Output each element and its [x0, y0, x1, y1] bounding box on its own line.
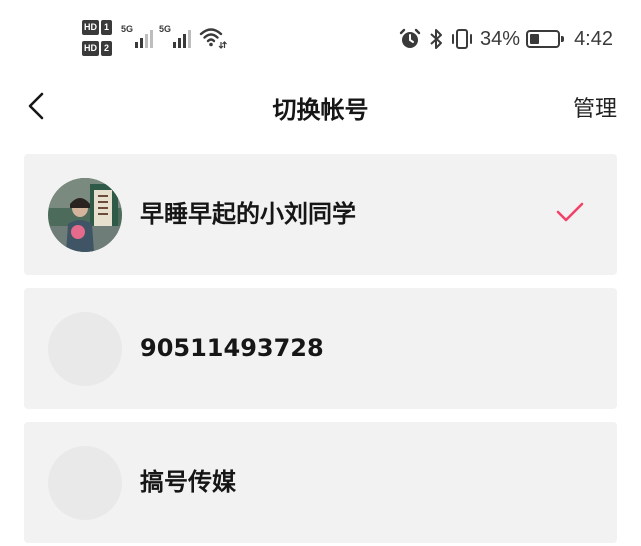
user-photo [48, 178, 122, 252]
account-name: 早睡早起的小刘同学 [140, 200, 356, 228]
sim-indicators: HD 1 HD 2 5G 5G [82, 20, 227, 60]
signal-bars-icon [135, 30, 153, 48]
account-name: 90511493728 [140, 334, 324, 362]
hd-label: HD [82, 20, 99, 35]
hd-badge-sim1: HD 1 [82, 20, 115, 35]
sim-slot-label: 2 [101, 41, 112, 56]
network-type-label: 5G [121, 24, 134, 34]
vibrate-icon [452, 29, 473, 49]
network-type-label: 5G [159, 24, 172, 34]
alarm-icon [399, 28, 421, 48]
check-icon [556, 202, 584, 222]
account-name: 搞号传媒 [140, 468, 236, 496]
account-list: 早睡早起的小刘同学 90511493728 搞号传媒 [24, 154, 617, 546]
battery-icon [526, 30, 565, 48]
bluetooth-icon [430, 29, 443, 49]
page-title: 切换帐号 [272, 96, 369, 124]
hd-label: HD [82, 41, 99, 56]
wifi-icon [199, 28, 227, 49]
battery-level-fill [530, 34, 539, 44]
avatar-placeholder [48, 446, 122, 520]
avatar [48, 178, 122, 252]
account-item[interactable]: 搞号传媒 [24, 422, 617, 543]
system-status: 34% 4:42 [398, 22, 613, 56]
account-item-current[interactable]: 早睡早起的小刘同学 [24, 154, 617, 275]
account-item[interactable]: 90511493728 [24, 288, 617, 409]
avatar-placeholder [48, 312, 122, 386]
clock: 4:42 [574, 27, 613, 50]
signal-bars-icon [173, 30, 191, 48]
status-bar: HD 1 HD 2 5G 5G 34% 4:42 [0, 0, 641, 68]
manage-button[interactable]: 管理 [573, 91, 617, 123]
sim-slot-label: 1 [101, 20, 112, 35]
battery-percent: 34% [480, 27, 521, 50]
nav-header: 切换帐号 管理 [0, 72, 641, 140]
hd-badge-sim2: HD 2 [82, 41, 115, 56]
switch-account-screen: HD 1 HD 2 5G 5G 34% 4:42 切换帐号 管理 早睡早起的小刘… [0, 0, 641, 546]
